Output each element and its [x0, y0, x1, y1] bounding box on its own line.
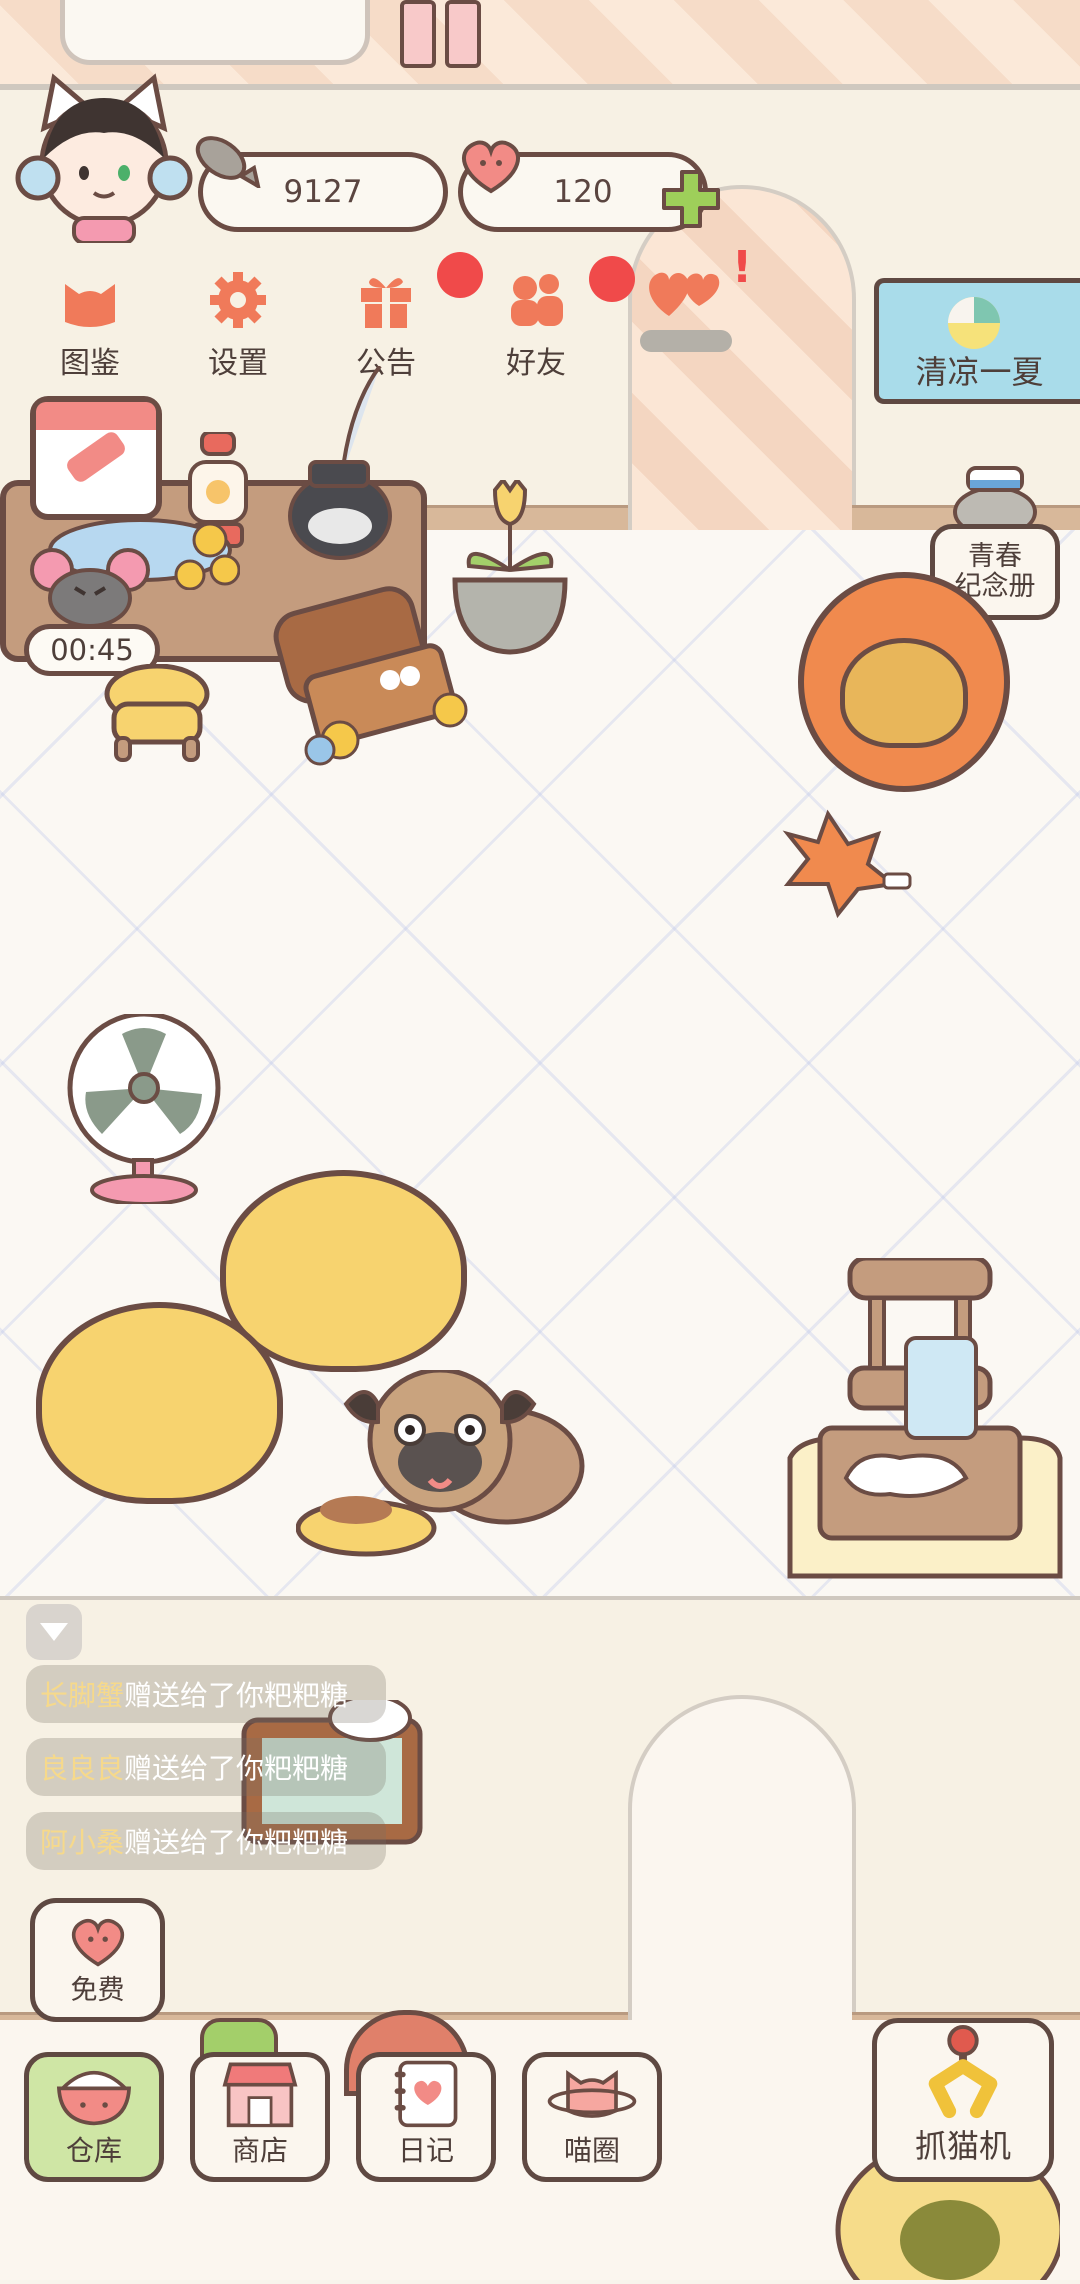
nav-shop-button[interactable]: 商店	[190, 2052, 330, 2182]
nav-label: 喵圈	[563, 2134, 620, 2167]
add-hearts-button[interactable]	[660, 168, 722, 230]
heart-count: 120	[553, 174, 613, 210]
chat-message: 长脚蟹 赠送给了你粑粑糖	[26, 1665, 386, 1723]
claw-icon	[928, 2024, 998, 2119]
orange-cat-bed	[798, 572, 1010, 792]
friends-icon	[505, 256, 635, 330]
chat-sender: 阿小桑	[40, 1826, 125, 1859]
rice-bowl-icon	[56, 2071, 132, 2126]
menu-hearts-button[interactable]: !	[626, 242, 752, 382]
pug-cat[interactable]	[295, 1367, 596, 1560]
cat-head-icon	[59, 270, 121, 330]
chevron-down-icon	[40, 1623, 68, 1641]
heart-face-icon	[71, 1918, 124, 1966]
menu-collection-button[interactable]: 图鉴	[30, 270, 150, 390]
nav-label: 仓库	[65, 2134, 122, 2167]
nav-label: 日记	[397, 2134, 454, 2167]
nav-warehouse-button[interactable]: 仓库	[24, 2052, 164, 2182]
gear-icon	[207, 270, 269, 330]
chat-text: 赠送给了你粑粑糖	[124, 1826, 349, 1859]
hearts-icon	[641, 262, 731, 322]
claw-machine-label: 抓猫机	[914, 2127, 1011, 2165]
chat-sender: 良良良	[40, 1752, 125, 1785]
chat-sender: 长脚蟹	[40, 1679, 125, 1712]
summer-event-banner[interactable]: 清凉一夏	[874, 278, 1080, 404]
ink-and-quill-icon	[280, 364, 410, 566]
chat-collapse-button[interactable]	[26, 1604, 82, 1660]
beanbag-front	[36, 1302, 283, 1504]
chat-text: 赠送给了你粑粑糖	[124, 1752, 349, 1785]
nav-diary-button[interactable]: 日记	[356, 2052, 496, 2182]
chat-text: 赠送给了你粑粑糖	[124, 1679, 349, 1712]
stool	[102, 663, 212, 764]
chair-and-table	[780, 1255, 1070, 1588]
summer-banner-label: 清凉一夏	[915, 353, 1044, 391]
free-gift-button[interactable]: 免费	[30, 1898, 165, 2022]
menu-label: 图鉴	[60, 346, 120, 381]
cat-planet-icon	[547, 2070, 637, 2118]
mouse-alarm-icon	[30, 548, 150, 628]
chat-message: 阿小桑 赠送给了你粑粑糖	[26, 1812, 386, 1870]
menu-label: 设置	[208, 346, 268, 381]
maple-leaf-icon	[768, 804, 918, 924]
exclaim-mark: !	[732, 242, 753, 293]
heart-face-icon	[456, 135, 526, 195]
treasure-chest	[260, 580, 475, 770]
menu-friends-button[interactable]: 好友	[476, 256, 635, 390]
fish-icon	[186, 128, 266, 191]
nav-cat-circle-button[interactable]: 喵圈	[522, 2052, 662, 2182]
menu-placeholder-bar	[640, 330, 732, 352]
sofa	[60, 0, 370, 65]
diary-icon	[394, 2060, 458, 2128]
lower-doorway-arch	[628, 1695, 856, 2029]
free-gift-label: 免费	[70, 1974, 125, 2006]
tulip-plant-pot	[445, 476, 575, 660]
nav-label: 商店	[231, 2134, 288, 2167]
fish-count: 9127	[283, 174, 363, 210]
youth-album-label-1: 青春	[968, 541, 1022, 572]
shop-icon	[222, 2062, 298, 2128]
chat-message: 良良良 赠送给了你粑粑糖	[26, 1738, 386, 1796]
sailor-cat-icon	[953, 466, 1037, 532]
menu-label: 好友	[506, 346, 566, 381]
electric-fan	[62, 1011, 232, 1206]
player-avatar[interactable]	[14, 68, 194, 245]
gift-icon	[355, 252, 483, 330]
claw-machine-button[interactable]: 抓猫机	[872, 2018, 1054, 2182]
character-legs	[390, 0, 490, 78]
beach-ball-icon	[948, 297, 1000, 349]
